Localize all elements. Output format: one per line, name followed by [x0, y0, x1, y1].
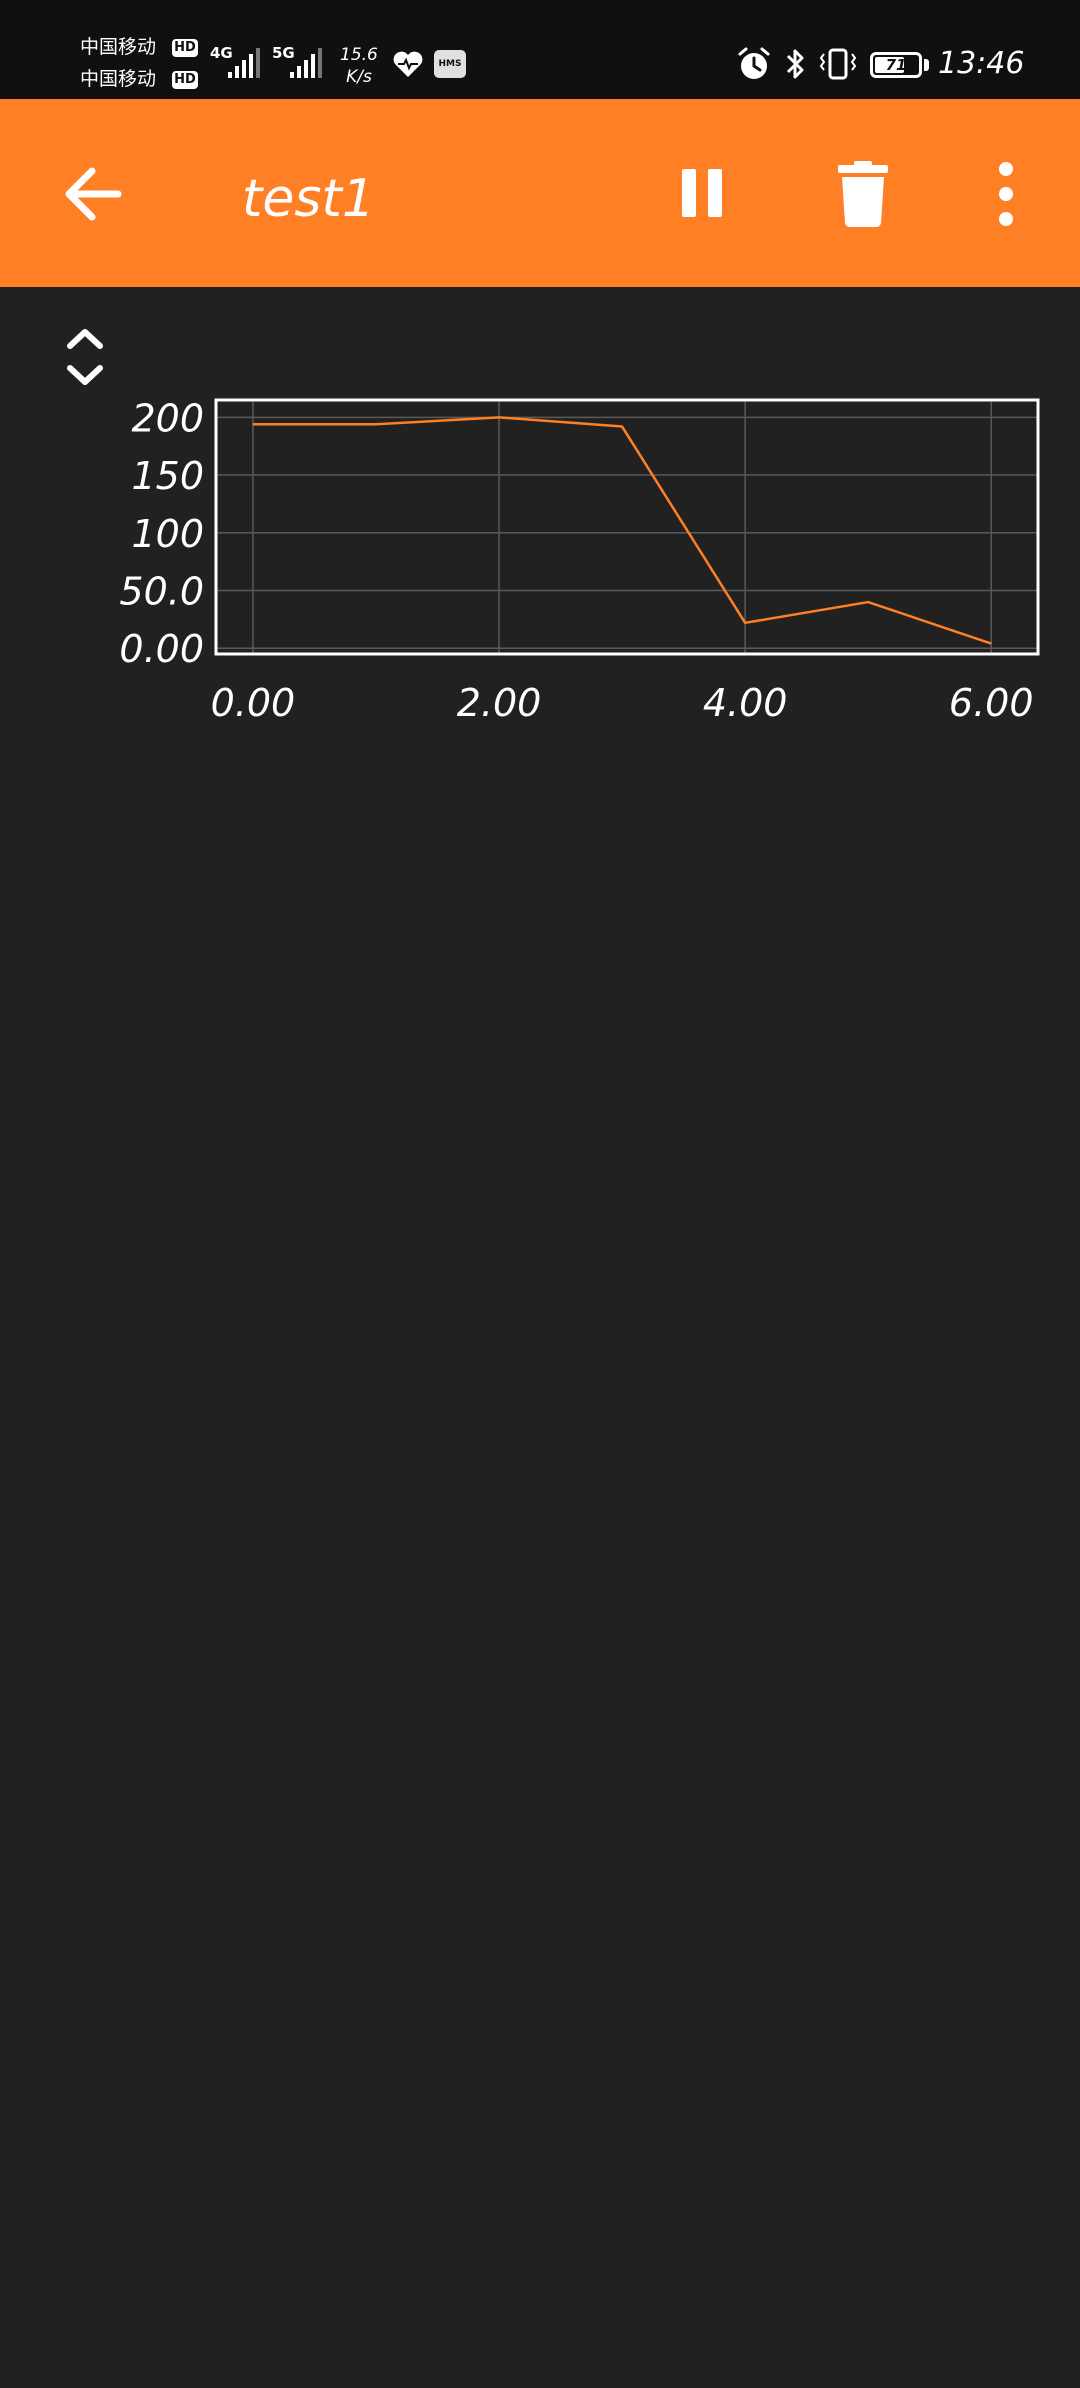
bluetooth-icon [786, 49, 804, 79]
network-speed: 15.6 K/s [340, 44, 378, 88]
back-arrow-icon[interactable] [58, 159, 128, 229]
y-tick-label: 50.0 [119, 570, 204, 614]
signal-strength-icon [228, 48, 260, 78]
data-point [498, 416, 500, 418]
x-tick-label: 6.00 [949, 681, 1034, 725]
hd-badge: HD [172, 71, 198, 89]
plot-background [216, 400, 1038, 654]
pause-icon[interactable] [672, 159, 732, 229]
y-tick-label: 100 [131, 512, 204, 556]
data-point [621, 426, 623, 428]
hms-icon: HMS [434, 50, 466, 78]
data-point [867, 601, 869, 603]
data-point [744, 622, 746, 624]
chevron-up-icon [67, 329, 103, 349]
carrier-2-label: 中国移动 [80, 68, 157, 90]
data-point [990, 643, 992, 645]
alarm-clock-icon [738, 47, 770, 79]
speed-value: 15.6 [340, 45, 378, 65]
more-vert-icon[interactable] [984, 157, 1028, 231]
chart: 0.00 50.0 100 150 200 0.00 2.00 4.00 6.00 [100, 380, 1060, 730]
delete-icon[interactable] [830, 159, 896, 229]
battery-cap [924, 59, 929, 71]
x-tick-label: 4.00 [703, 681, 788, 725]
hd-badge: HD [172, 39, 198, 57]
carrier-1-label: 中国移动 [80, 36, 157, 58]
y-tick-label: 0.00 [119, 627, 204, 671]
y-tick-label: 150 [131, 454, 204, 498]
data-point [252, 423, 254, 425]
chevron-down-icon [67, 365, 103, 385]
y-tick-label: 200 [131, 396, 204, 440]
x-tick-label: 0.00 [211, 681, 296, 725]
data-point [375, 423, 377, 425]
battery-icon: 71 [870, 52, 922, 78]
status-bar: 中国移动 HD 中国移动 HD 4G 5G 15.6 K/s HMS 71 13… [0, 0, 1080, 99]
speed-unit: K/s [346, 67, 372, 87]
status-time: 13:46 [938, 46, 1025, 81]
page-title: test1 [242, 169, 375, 229]
signal-strength-icon [290, 48, 322, 78]
vibrate-icon [819, 48, 857, 80]
line-chart: 0.00 50.0 100 150 200 0.00 2.00 4.00 6.00 [119, 396, 1040, 725]
app-bar: test1 [0, 99, 1080, 287]
x-tick-label: 2.00 [457, 681, 542, 725]
battery-level: 71 [885, 56, 907, 74]
health-heart-icon [393, 51, 423, 77]
